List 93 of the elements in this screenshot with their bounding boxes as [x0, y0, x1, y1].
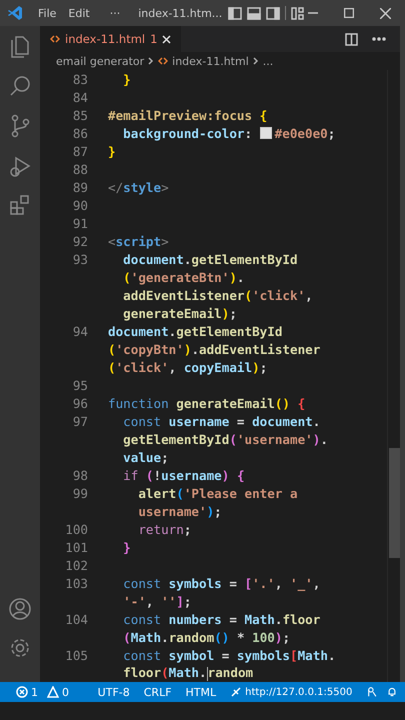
line-number: 103 [64, 576, 88, 590]
code-line: </style> [108, 180, 169, 194]
breadcrumb-item[interactable]: index-11.html [172, 54, 249, 68]
code-line: } [108, 144, 116, 158]
line-number: 95 [72, 378, 88, 392]
code-line: addEventListener('click', [122, 288, 313, 302]
debug-icon[interactable] [9, 155, 31, 177]
extensions-icon[interactable] [9, 194, 31, 216]
html-file-icon [50, 35, 60, 43]
menu-item[interactable]: File [32, 4, 62, 22]
live-server-status[interactable]: http://127.0.0.1:5500 [245, 686, 352, 698]
line-number: 89 [72, 180, 88, 194]
code-line: if (!username) { [122, 468, 245, 482]
code-line: ('copyBtn').addEventListener [108, 342, 320, 356]
code-line: #e0e0e0; [274, 126, 336, 140]
line-number: 105 [64, 648, 88, 662]
code-line: document.getElementById [108, 324, 282, 338]
code-line: ('generateBtn'). [122, 270, 245, 284]
branch-icon[interactable] [9, 114, 31, 138]
code-line: '-', '']; [122, 594, 192, 608]
code-line: background-color: [122, 126, 254, 140]
line-number: 98 [72, 468, 88, 482]
warning-icon [47, 686, 59, 698]
secondary-sidebar-icon[interactable] [266, 6, 280, 20]
code-line: generateEmail); [122, 306, 237, 320]
code-line: } [122, 72, 131, 86]
account-icon[interactable] [9, 598, 31, 620]
line-number: 104 [64, 612, 88, 626]
line-number: 83 [72, 72, 88, 86]
code-line: alert('Please enter a [137, 486, 298, 500]
code-line: const symbol = symbols[Math. [122, 648, 336, 662]
code-line: <script> [108, 234, 169, 248]
window-title: index-11.htm... [138, 6, 222, 20]
close-icon[interactable] [162, 34, 172, 44]
line-number: 86 [72, 126, 88, 140]
line-number: 93 [72, 252, 88, 266]
chevron-right-icon [252, 57, 259, 65]
line-number: 101 [64, 540, 88, 554]
line-number: 100 [64, 522, 88, 536]
error-icon [16, 686, 28, 698]
line-number: 97 [72, 414, 88, 428]
more-menu[interactable]: ··· [104, 4, 126, 22]
panel-toggle-icon[interactable] [247, 6, 262, 20]
maximize-icon[interactable] [344, 8, 354, 18]
code-line: floor(Math.random [122, 665, 254, 681]
breadcrumb-item[interactable]: ... [262, 54, 274, 68]
line-number: 87 [72, 144, 88, 158]
line-number: 85 [72, 108, 88, 122]
code-line: value; [122, 450, 169, 464]
code-line: return; [137, 522, 192, 536]
problems-indicator[interactable]: 1 0 [16, 686, 69, 698]
code-line: getElementById('username'). [122, 432, 328, 446]
split-editor-icon[interactable] [345, 32, 358, 46]
line-number: 84 [72, 90, 88, 104]
layout-icon[interactable] [291, 6, 304, 20]
color-swatch-icon[interactable] [260, 127, 272, 139]
files-icon[interactable] [9, 34, 31, 58]
line-number: 96 [72, 396, 88, 410]
close-icon[interactable] [380, 8, 391, 18]
code-line: function generateEmail() { [108, 396, 306, 410]
code-line: ('click', copyEmail); [108, 360, 268, 374]
editor-tab[interactable]: index-11.html 1 [40, 26, 182, 52]
code-line: username'); [137, 504, 222, 518]
code-line: document.getElementById [122, 252, 298, 266]
line-ending-status[interactable]: CRLF [144, 686, 172, 698]
sidebar-toggle-icon[interactable] [228, 6, 242, 20]
code-line: const username = document. [122, 414, 320, 428]
line-number: 92 [72, 234, 88, 248]
encoding-status[interactable]: UTF-8 [98, 686, 130, 698]
code-line: const symbols = ['.', '_', [122, 576, 320, 590]
code-line: const numbers = Math.floor [122, 612, 320, 626]
error-count: 1 [31, 686, 38, 698]
language-status[interactable]: HTML [186, 686, 216, 698]
bell-icon[interactable] [386, 685, 397, 699]
more-actions-icon[interactable] [372, 37, 386, 41]
menu-item[interactable]: Edit [62, 4, 96, 22]
chevron-right-icon [148, 57, 154, 65]
line-number: 91 [72, 216, 88, 230]
vscode-logo-icon [8, 5, 22, 21]
line-number: 102 [64, 558, 88, 572]
code-line: #emailPreview:focus { [108, 108, 268, 122]
html-file-icon [158, 57, 168, 65]
line-number: 90 [72, 198, 88, 212]
line-number: 94 [72, 324, 88, 338]
breadcrumb-item[interactable]: email generator [56, 54, 144, 68]
search-icon[interactable] [9, 75, 31, 97]
warning-count: 0 [62, 686, 69, 698]
settings-icon[interactable] [9, 637, 31, 659]
code-line: } [122, 540, 131, 554]
line-number: 99 [72, 486, 88, 500]
code-line: (Math.random() * 100); [122, 630, 290, 644]
line-number: 88 [72, 162, 88, 176]
scrollbar-thumb[interactable] [389, 448, 400, 558]
